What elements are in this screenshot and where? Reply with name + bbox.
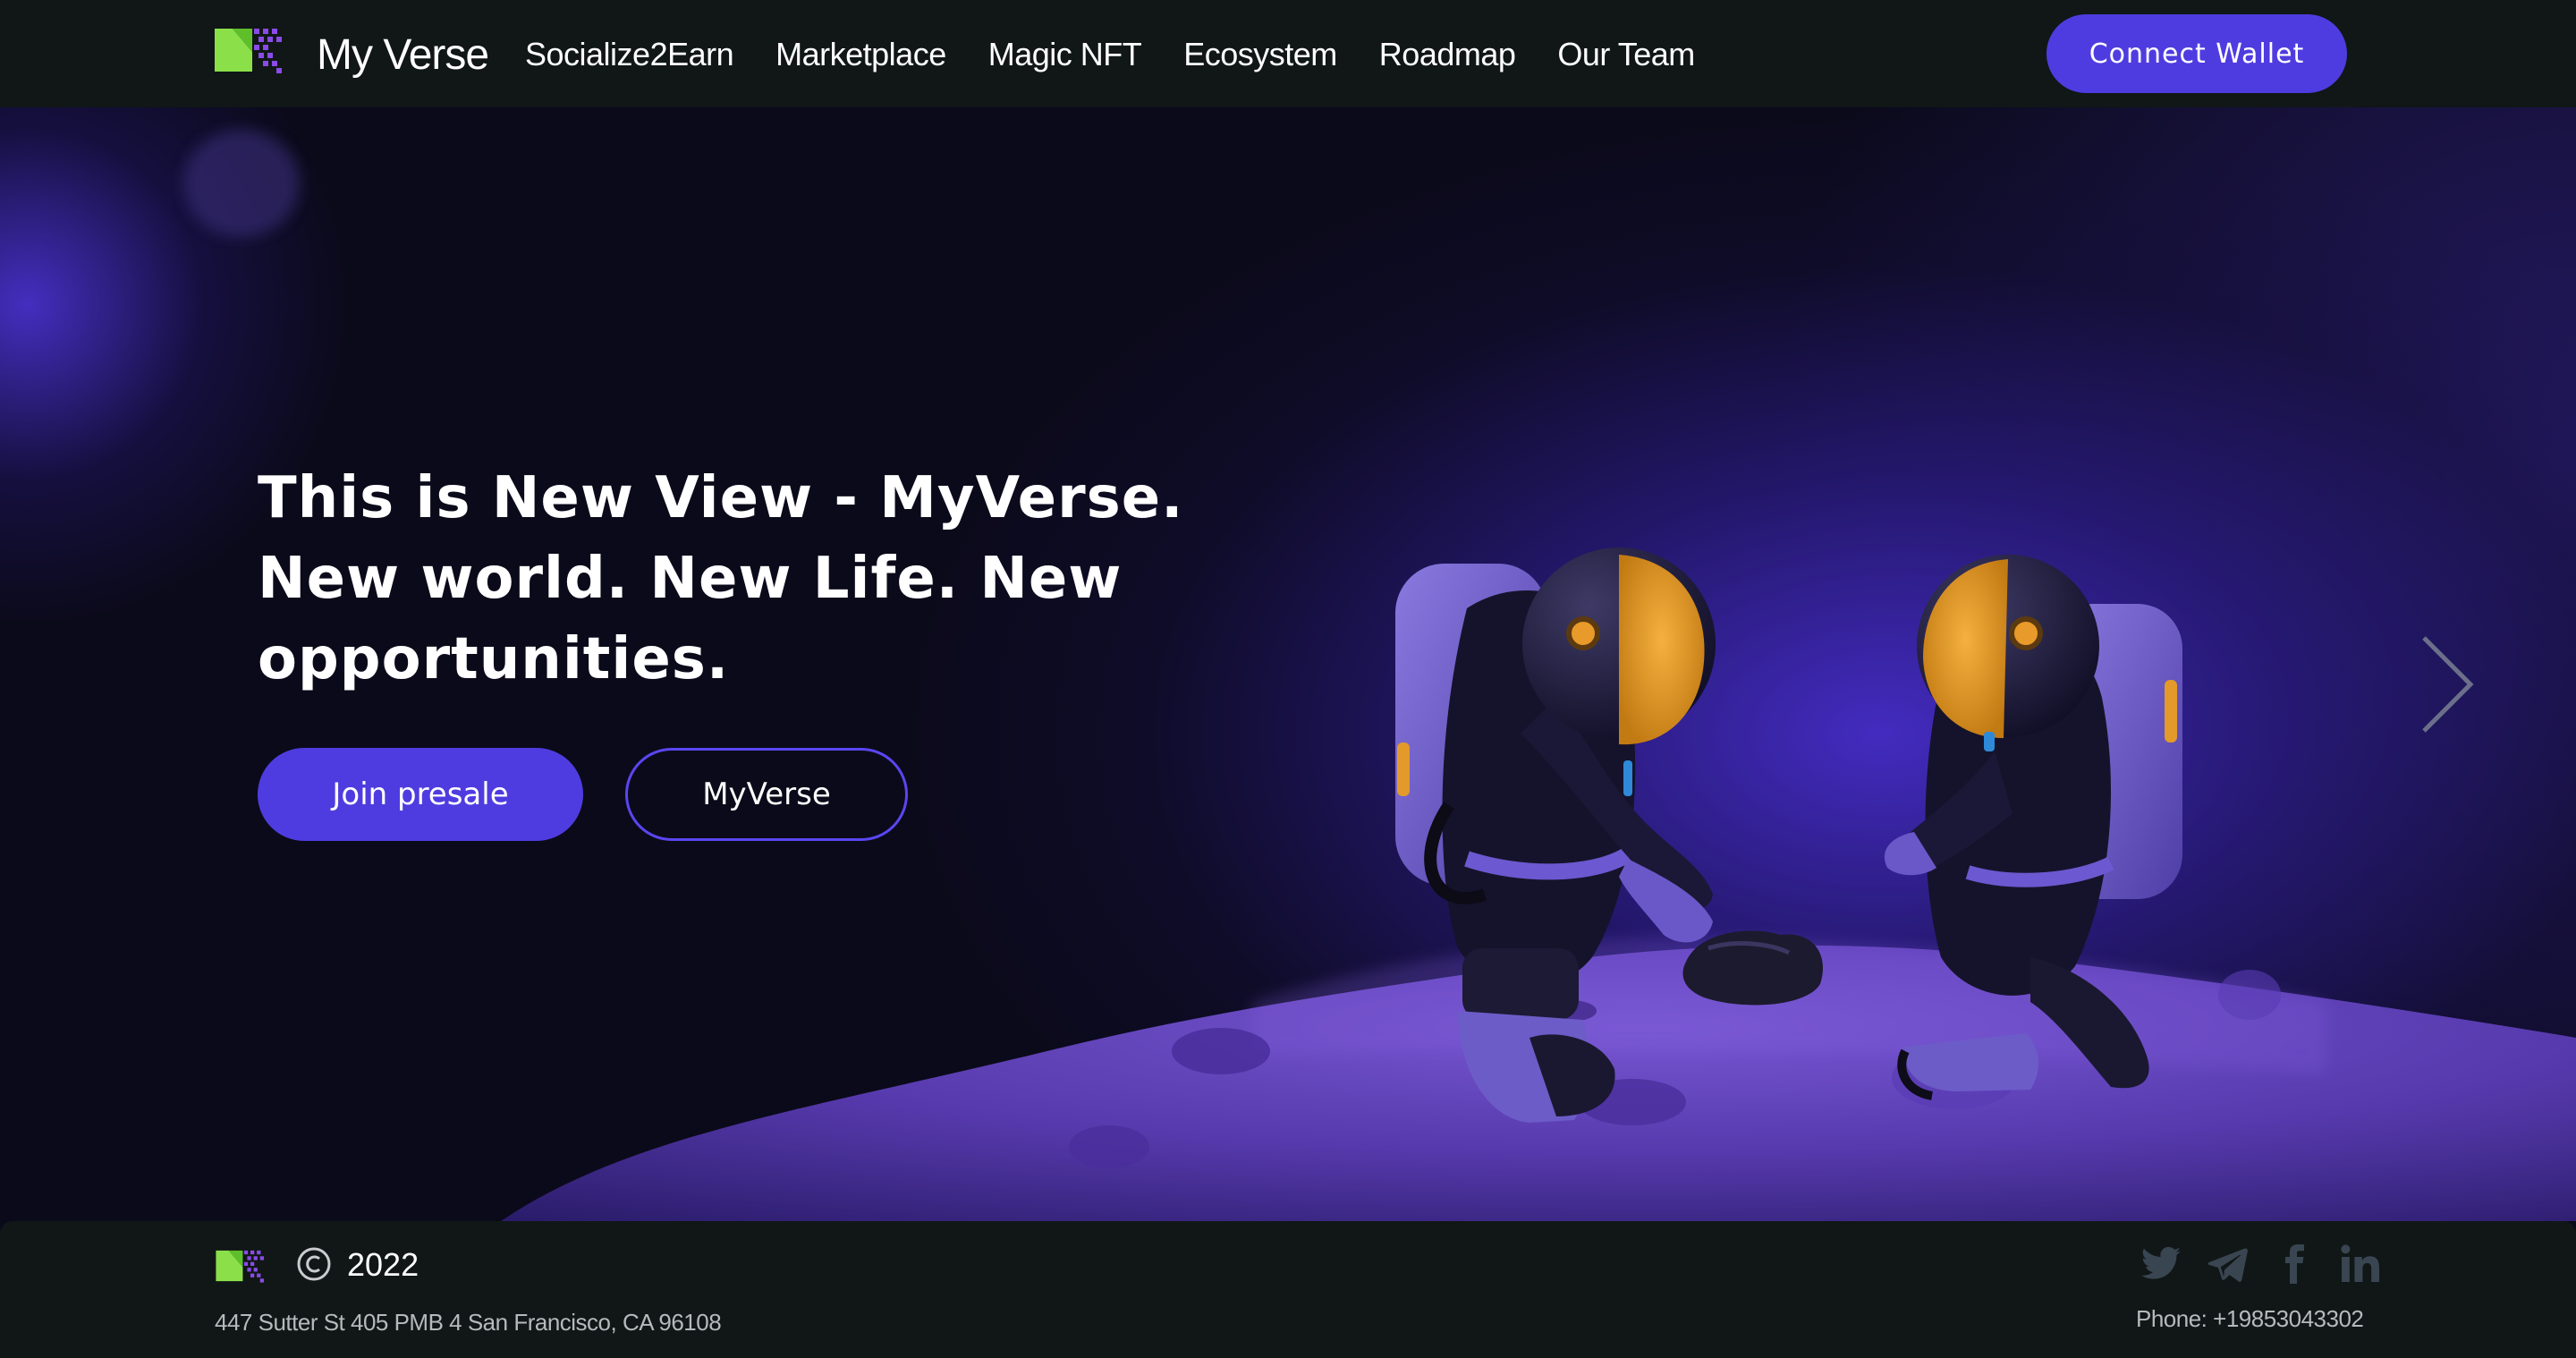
copyright-icon — [297, 1247, 331, 1281]
connect-wallet-button[interactable]: Connect Wallet — [2046, 14, 2347, 93]
headline-line-1: This is New View - MyVerse. — [258, 465, 1184, 531]
nav-item-marketplace[interactable]: Marketplace — [775, 36, 946, 73]
company-phone: Phone: +19853043302 — [2136, 1305, 2364, 1332]
copyright-year: 2022 — [347, 1246, 419, 1283]
top-navbar: My Verse Socialize2Earn Marketplace Magi… — [0, 0, 2576, 107]
myverse-button[interactable]: MyVerse — [625, 748, 908, 841]
linkedin-icon[interactable] — [2336, 1241, 2383, 1287]
footer: 2022 447 Sutter St 405 PMB 4 San Francis… — [0, 1221, 2576, 1358]
telegram-icon[interactable] — [2204, 1241, 2250, 1287]
nav-item-ecosystem[interactable]: Ecosystem — [1183, 36, 1337, 73]
brand-name[interactable]: My Verse — [317, 30, 489, 80]
nav-item-magic-nft[interactable]: Magic NFT — [988, 36, 1142, 73]
main-nav: Socialize2Earn Marketplace Magic NFT Eco… — [525, 36, 1737, 73]
headline-line-2: New world. New Life. New — [258, 546, 1123, 612]
nav-item-our-team[interactable]: Our Team — [1557, 36, 1695, 73]
join-presale-button[interactable]: Join presale — [258, 748, 583, 841]
hero-section: This is New View - MyVerse. New world. N… — [0, 107, 2576, 1221]
twitter-icon[interactable] — [2138, 1241, 2184, 1287]
headline-line-3: opportunities. — [258, 626, 730, 692]
chevron-right-icon[interactable] — [2415, 631, 2478, 738]
myverse-logo-icon[interactable] — [215, 1248, 268, 1284]
hero-headline: This is New View - MyVerse. New world. N… — [258, 458, 1331, 700]
social-links — [2138, 1241, 2383, 1287]
company-address: 447 Sutter St 405 PMB 4 San Francisco, C… — [215, 1309, 722, 1336]
facebook-icon[interactable] — [2270, 1241, 2317, 1287]
nav-item-roadmap[interactable]: Roadmap — [1379, 36, 1516, 73]
myverse-logo-icon[interactable] — [213, 25, 288, 75]
nav-item-socialize2earn[interactable]: Socialize2Earn — [525, 36, 734, 73]
